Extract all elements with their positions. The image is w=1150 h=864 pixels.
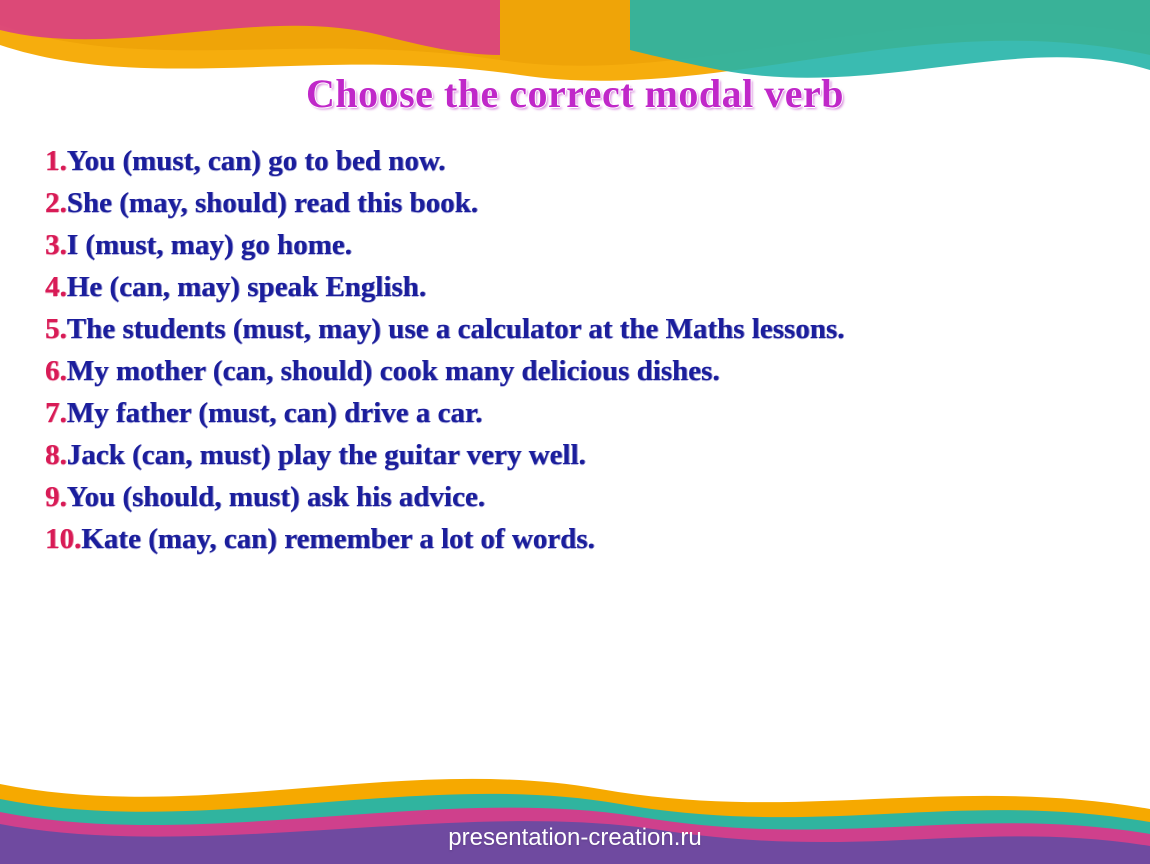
list-item: 5.The students (must, may) use a calcula…	[45, 308, 1105, 350]
item-number: 9.	[45, 481, 67, 513]
item-text: Kate (may, can) remember a lot of words.	[81, 523, 595, 555]
item-text: He (can, may) speak English.	[67, 271, 426, 303]
item-number: 1.	[45, 145, 67, 177]
item-text: She (may, should) read this book.	[67, 187, 478, 219]
item-number: 7.	[45, 397, 67, 429]
item-text: You (should, must) ask his advice.	[67, 481, 485, 513]
item-text: The students (must, may) use a calculato…	[67, 313, 845, 345]
item-text: You (must, can) go to bed now.	[67, 145, 446, 177]
item-text: I (must, may) go home.	[67, 229, 352, 261]
item-number: 2.	[45, 187, 67, 219]
item-text: Jack (can, must) play the guitar very we…	[67, 439, 586, 471]
item-number: 10.	[45, 523, 81, 555]
item-number: 5.	[45, 313, 67, 345]
list-item: 8.Jack (can, must) play the guitar very …	[45, 434, 1105, 476]
item-number: 8.	[45, 439, 67, 471]
list-item: 7.My father (must, can) drive a car.	[45, 392, 1105, 434]
list-item: 1.You (must, can) go to bed now.	[45, 140, 1105, 182]
item-number: 4.	[45, 271, 67, 303]
item-number: 3.	[45, 229, 67, 261]
list-item: 9.You (should, must) ask his advice.	[45, 476, 1105, 518]
item-text: My father (must, can) drive a car.	[67, 397, 483, 429]
item-number: 6.	[45, 355, 67, 387]
item-text: My mother (can, should) cook many delici…	[67, 355, 720, 387]
list-item: 10.Kate (may, can) remember a lot of wor…	[45, 518, 1105, 560]
exercise-list: 1.You (must, can) go to bed now. 2.She (…	[45, 140, 1105, 560]
footer-text: presentation-creation.ru	[0, 824, 1150, 852]
list-item: 2.She (may, should) read this book.	[45, 182, 1105, 224]
list-item: 4.He (can, may) speak English.	[45, 266, 1105, 308]
page-title: Choose the correct modal verb	[0, 70, 1150, 117]
slide: Choose the correct modal verb 1.You (mus…	[0, 0, 1150, 864]
list-item: 6.My mother (can, should) cook many deli…	[45, 350, 1105, 392]
list-item: 3.I (must, may) go home.	[45, 224, 1105, 266]
